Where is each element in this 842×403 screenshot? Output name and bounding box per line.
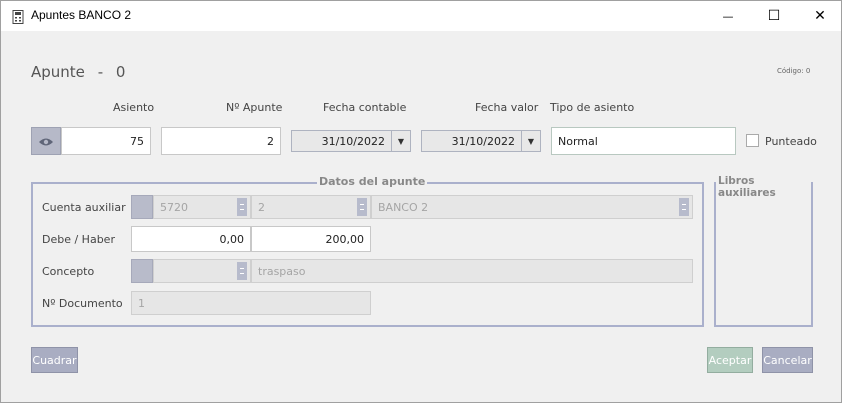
fecha-contable-label: Fecha contable <box>323 101 407 114</box>
cuenta-name-spinner[interactable] <box>679 198 689 216</box>
cuenta-code-value: 5720 <box>160 200 188 214</box>
cuadrar-label: Cuadrar <box>32 353 77 367</box>
n-apunte-input[interactable]: 2 <box>161 127 281 155</box>
documento-field[interactable]: 1 <box>131 291 371 315</box>
debe-input[interactable]: 0,00 <box>131 226 251 252</box>
documento-value: 1 <box>138 296 145 310</box>
tipo-asiento-input[interactable]: Normal <box>551 127 736 155</box>
maximize-icon: ☐ <box>767 8 781 24</box>
page-title-number: 0 <box>115 63 126 81</box>
page-title: Apunte - 0 <box>31 63 125 81</box>
fecha-contable-value: 31/10/2022 <box>321 134 385 148</box>
title-bar: Apuntes BANCO 2 — ☐ ✕ <box>1 1 841 31</box>
fecha-contable-picker[interactable]: 31/10/2022 ▼ <box>291 130 411 152</box>
concepto-text-field[interactable]: traspaso <box>251 259 693 283</box>
haber-input[interactable]: 200,00 <box>251 226 371 252</box>
fecha-contable-dropdown-icon[interactable]: ▼ <box>391 131 410 151</box>
close-icon: ✕ <box>814 8 826 24</box>
aceptar-label: Aceptar <box>708 353 752 367</box>
debe-haber-label: Debe / Haber <box>42 233 115 246</box>
punteado-checkbox[interactable] <box>746 134 759 147</box>
cuenta-code-spinner[interactable] <box>237 198 247 216</box>
asiento-value: 75 <box>130 134 144 148</box>
fecha-valor-picker[interactable]: 31/10/2022 ▼ <box>421 130 541 152</box>
codigo-label: Código: 0 <box>777 67 811 75</box>
calculator-icon <box>11 9 25 24</box>
eye-icon <box>38 132 54 151</box>
debe-value: 0,00 <box>219 232 245 246</box>
cancelar-label: Cancelar <box>763 353 812 367</box>
cuenta-sub-value: 2 <box>258 200 265 214</box>
fecha-valor-label: Fecha valor <box>475 101 539 114</box>
cuadrar-button[interactable]: Cuadrar <box>31 347 78 373</box>
concepto-lookup-button[interactable] <box>131 259 153 283</box>
tipo-asiento-value: Normal <box>558 134 598 148</box>
cancelar-button[interactable]: Cancelar <box>762 347 813 373</box>
close-button[interactable]: ✕ <box>797 1 842 31</box>
dialog-window: Apuntes BANCO 2 — ☐ ✕ Apunte - 0 Código:… <box>0 0 842 403</box>
concepto-code-field[interactable] <box>153 259 251 283</box>
view-asiento-button[interactable] <box>31 127 61 155</box>
haber-value: 200,00 <box>325 232 365 246</box>
minimize-button[interactable]: — <box>705 1 751 31</box>
minimize-icon: — <box>722 9 734 23</box>
page-title-separator: - <box>97 63 104 81</box>
asiento-input[interactable]: 75 <box>61 127 151 155</box>
tipo-asiento-label: Tipo de asiento <box>550 101 635 114</box>
cuenta-auxiliar-label: Cuenta auxiliar <box>42 201 126 214</box>
n-apunte-value: 2 <box>267 134 274 148</box>
datos-apunte-legend: Datos del apunte <box>317 175 428 188</box>
cuenta-name-field[interactable]: BANCO 2 <box>371 195 693 219</box>
cuenta-name-value: BANCO 2 <box>378 200 429 214</box>
libros-auxiliares-legend: Libros auxiliares <box>716 175 811 199</box>
libros-auxiliares-group: Libros auxiliares <box>714 175 813 327</box>
cuenta-code-field[interactable]: 5720 <box>153 195 251 219</box>
cuenta-lookup-button[interactable] <box>131 195 153 219</box>
page-title-label: Apunte <box>31 63 85 81</box>
fecha-valor-dropdown-icon[interactable]: ▼ <box>521 131 540 151</box>
window-title: Apuntes BANCO 2 <box>31 8 132 22</box>
cuenta-sub-field[interactable]: 2 <box>251 195 371 219</box>
n-apunte-label: Nº Apunte <box>226 101 283 114</box>
concepto-label: Concepto <box>42 265 95 278</box>
documento-label: Nº Documento <box>42 297 123 310</box>
cuenta-sub-spinner[interactable] <box>357 198 367 216</box>
concepto-value: traspaso <box>258 264 306 278</box>
concepto-code-spinner[interactable] <box>237 262 247 280</box>
aceptar-button[interactable]: Aceptar <box>707 347 753 373</box>
punteado-label: Punteado <box>765 135 817 148</box>
fecha-valor-value: 31/10/2022 <box>451 134 515 148</box>
asiento-label: Asiento <box>113 101 155 114</box>
maximize-button[interactable]: ☐ <box>751 1 797 31</box>
